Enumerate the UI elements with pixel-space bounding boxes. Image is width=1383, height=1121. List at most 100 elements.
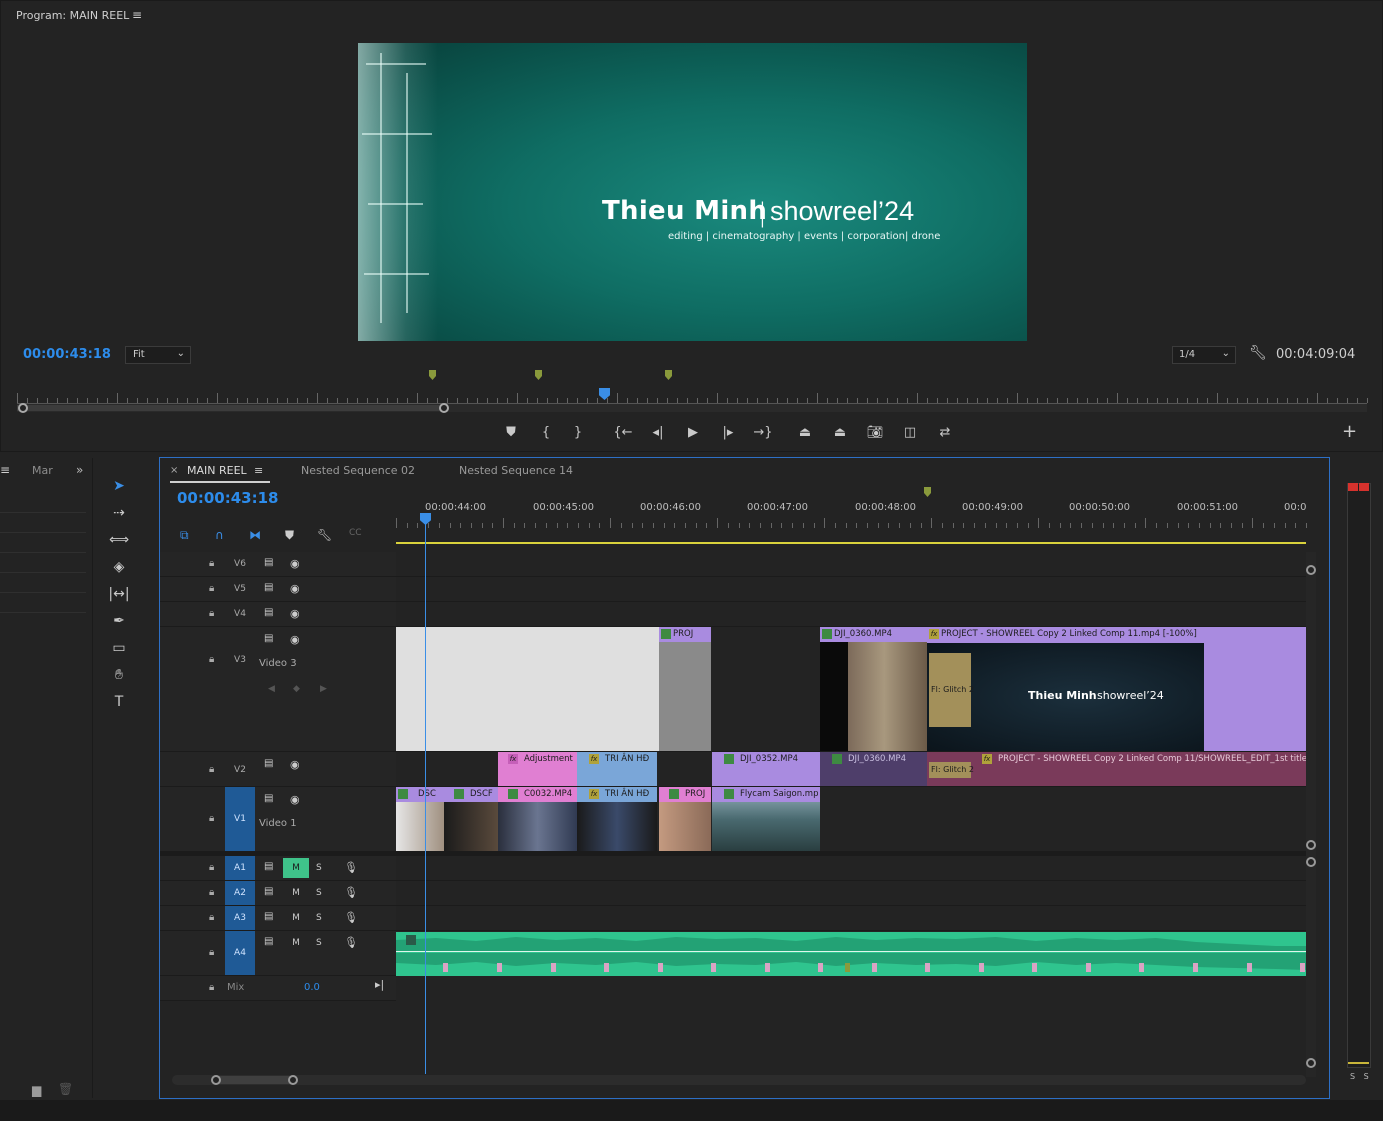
audio-keyframe[interactable] bbox=[1086, 963, 1091, 972]
microphone-icon[interactable]: 🎙︎ bbox=[344, 911, 358, 924]
go-to-out-icon[interactable]: →} bbox=[752, 423, 774, 443]
sync-lock-icon[interactable]: ▤ bbox=[264, 861, 273, 872]
zoom-handle-left[interactable] bbox=[18, 403, 28, 413]
add-marker-icon[interactable]: ⛊ bbox=[500, 423, 522, 443]
snap-magnet-icon[interactable]: ∩ bbox=[215, 528, 224, 542]
lock-icon[interactable]: 🔒︎ bbox=[209, 982, 214, 993]
lock-icon[interactable]: 🔒︎ bbox=[209, 608, 214, 619]
timeline-clip[interactable]: fx Adjustment bbox=[498, 752, 577, 786]
ripple-edit-tool-icon[interactable]: ⟺ bbox=[108, 529, 130, 551]
program-current-timecode[interactable]: 00:00:43:18 bbox=[23, 347, 111, 362]
glitch-transition[interactable]: Fl: Glitch 2 bbox=[929, 653, 974, 727]
lock-icon[interactable]: 🔒︎ bbox=[209, 813, 214, 824]
mute-button[interactable]: M bbox=[283, 933, 309, 953]
audio-keyframe[interactable] bbox=[551, 963, 556, 972]
razor-tool-icon[interactable]: ◈ bbox=[108, 556, 130, 578]
microphone-icon[interactable]: 🎙︎ bbox=[344, 861, 358, 874]
scroll-handle[interactable] bbox=[288, 1075, 298, 1085]
selection-tool-icon[interactable]: ➤ bbox=[108, 475, 130, 497]
audio-keyframe[interactable] bbox=[925, 963, 930, 972]
comparison-view-icon[interactable]: ◫ bbox=[899, 423, 921, 443]
extract-icon[interactable]: ⏏ bbox=[829, 423, 851, 443]
timeline-clip[interactable]: DJI_0360.MP4 bbox=[820, 627, 927, 751]
captions-icon[interactable]: CC bbox=[349, 528, 362, 538]
track-area-v4[interactable] bbox=[396, 602, 1306, 627]
close-tab-icon[interactable]: × bbox=[170, 465, 178, 476]
settings-wrench-icon[interactable]: 🔧︎ bbox=[1249, 345, 1267, 361]
new-bin-folder-icon[interactable]: ▆ bbox=[32, 1083, 41, 1097]
scroll-handle[interactable] bbox=[1306, 565, 1316, 575]
track-target-v5[interactable]: V5 bbox=[225, 577, 255, 601]
scroll-handle[interactable] bbox=[1306, 857, 1316, 867]
sync-lock-icon[interactable]: ▤ bbox=[264, 758, 273, 769]
markers-tab[interactable]: Mar bbox=[32, 464, 53, 477]
track-target-a2[interactable]: A2 bbox=[225, 881, 255, 905]
timeline-clip[interactable]: fx PROJECT - SHOWREEL Copy 2 Linked Comp… bbox=[927, 752, 1306, 786]
mute-button[interactable]: M bbox=[283, 883, 309, 903]
sync-lock-icon[interactable]: ▤ bbox=[264, 911, 273, 922]
button-editor-plus-icon[interactable]: + bbox=[1342, 423, 1357, 441]
eye-icon[interactable]: ◉ bbox=[290, 582, 300, 595]
timeline-clip[interactable]: DJI_0360.MP4 bbox=[820, 752, 927, 786]
slip-tool-icon[interactable]: |↔| bbox=[108, 583, 130, 605]
audio-keyframe[interactable] bbox=[872, 963, 877, 972]
fit-dropdown[interactable]: Fit ⌄ bbox=[125, 346, 191, 364]
clip-indicator-right[interactable] bbox=[1359, 483, 1369, 491]
audio-keyframe[interactable] bbox=[443, 963, 448, 972]
scroll-handle[interactable] bbox=[211, 1075, 221, 1085]
timeline-timecode[interactable]: 00:00:43:18 bbox=[177, 489, 279, 507]
program-zoom-scrollbar[interactable] bbox=[17, 404, 1367, 412]
track-area-a2[interactable] bbox=[396, 881, 1306, 906]
timeline-clip[interactable]: DSC bbox=[396, 787, 444, 851]
scroll-handle[interactable] bbox=[1306, 840, 1316, 850]
track-target-a4[interactable]: A4 bbox=[225, 931, 255, 975]
eye-icon[interactable]: ◉ bbox=[290, 758, 300, 771]
sync-lock-icon[interactable]: ▤ bbox=[264, 607, 273, 618]
timeline-clip[interactable] bbox=[396, 627, 659, 751]
eye-icon[interactable]: ◉ bbox=[290, 633, 300, 646]
timeline-clip[interactable]: fx PROJECT - SHOWREEL Copy 2 Linked Comp… bbox=[927, 627, 1306, 751]
rectangle-tool-icon[interactable]: ▭ bbox=[108, 637, 130, 659]
scroll-handle[interactable] bbox=[1306, 1058, 1316, 1068]
audio-keyframe[interactable] bbox=[1193, 963, 1198, 972]
linked-selection-icon[interactable]: ⧓ bbox=[249, 528, 261, 542]
next-keyframe-icon[interactable]: ▶ bbox=[320, 684, 327, 694]
audio-keyframe[interactable] bbox=[979, 963, 984, 972]
vertical-scrollbar[interactable] bbox=[1306, 552, 1316, 1077]
hamburger-icon[interactable]: ≡ bbox=[0, 463, 10, 477]
meter-solo-buttons[interactable]: S S bbox=[1350, 1072, 1372, 1081]
timeline-clip[interactable]: fx TRI ÂN HĐ bbox=[577, 752, 657, 786]
track-select-tool-icon[interactable]: ⇢ bbox=[108, 502, 130, 524]
timeline-clip[interactable]: PROJ bbox=[659, 627, 711, 751]
audio-keyframe[interactable] bbox=[711, 963, 716, 972]
hamburger-icon[interactable]: ≡ bbox=[254, 464, 263, 477]
sync-lock-icon[interactable]: ▤ bbox=[264, 582, 273, 593]
audio-keyframe[interactable] bbox=[1247, 963, 1252, 972]
tab-nested-sequence-02[interactable]: Nested Sequence 02 bbox=[301, 464, 415, 477]
trash-icon[interactable]: 🗑︎ bbox=[58, 1082, 73, 1096]
go-to-in-icon[interactable]: {← bbox=[612, 423, 634, 443]
track-target-v6[interactable]: V6 bbox=[225, 552, 255, 576]
track-target-v1[interactable]: V1 bbox=[225, 787, 255, 851]
timeline-clip[interactable]: DJI_0352.MP4 bbox=[712, 752, 820, 786]
track-target-v2[interactable]: V2 bbox=[225, 752, 255, 786]
export-frame-icon[interactable]: 📷︎ bbox=[864, 423, 886, 443]
track-target-v4[interactable]: V4 bbox=[225, 602, 255, 626]
zoom-handle-right[interactable] bbox=[439, 403, 449, 413]
go-to-end-icon[interactable]: ▸| bbox=[375, 978, 384, 991]
play-icon[interactable]: ▶ bbox=[682, 423, 704, 443]
mark-out-icon[interactable]: } bbox=[567, 423, 589, 443]
glitch-transition[interactable]: Fl: Glitch 2 bbox=[929, 762, 974, 778]
timeline-clip[interactable]: Flycam Saigon.mp bbox=[712, 787, 820, 851]
track-area-a1[interactable] bbox=[396, 856, 1306, 881]
eye-icon[interactable]: ◉ bbox=[290, 793, 300, 806]
lift-icon[interactable]: ⏏ bbox=[794, 423, 816, 443]
audio-keyframe[interactable] bbox=[1032, 963, 1037, 972]
timeline-clip[interactable]: DSCF bbox=[444, 787, 498, 851]
zoom-scrollbar-thumb[interactable] bbox=[17, 405, 444, 411]
work-area-bar[interactable] bbox=[396, 542, 1306, 544]
pen-tool-icon[interactable]: ✒ bbox=[108, 610, 130, 632]
more-panels-icon[interactable]: » bbox=[76, 463, 83, 477]
solo-button[interactable]: S bbox=[316, 863, 322, 873]
mute-button[interactable]: M bbox=[283, 908, 309, 928]
